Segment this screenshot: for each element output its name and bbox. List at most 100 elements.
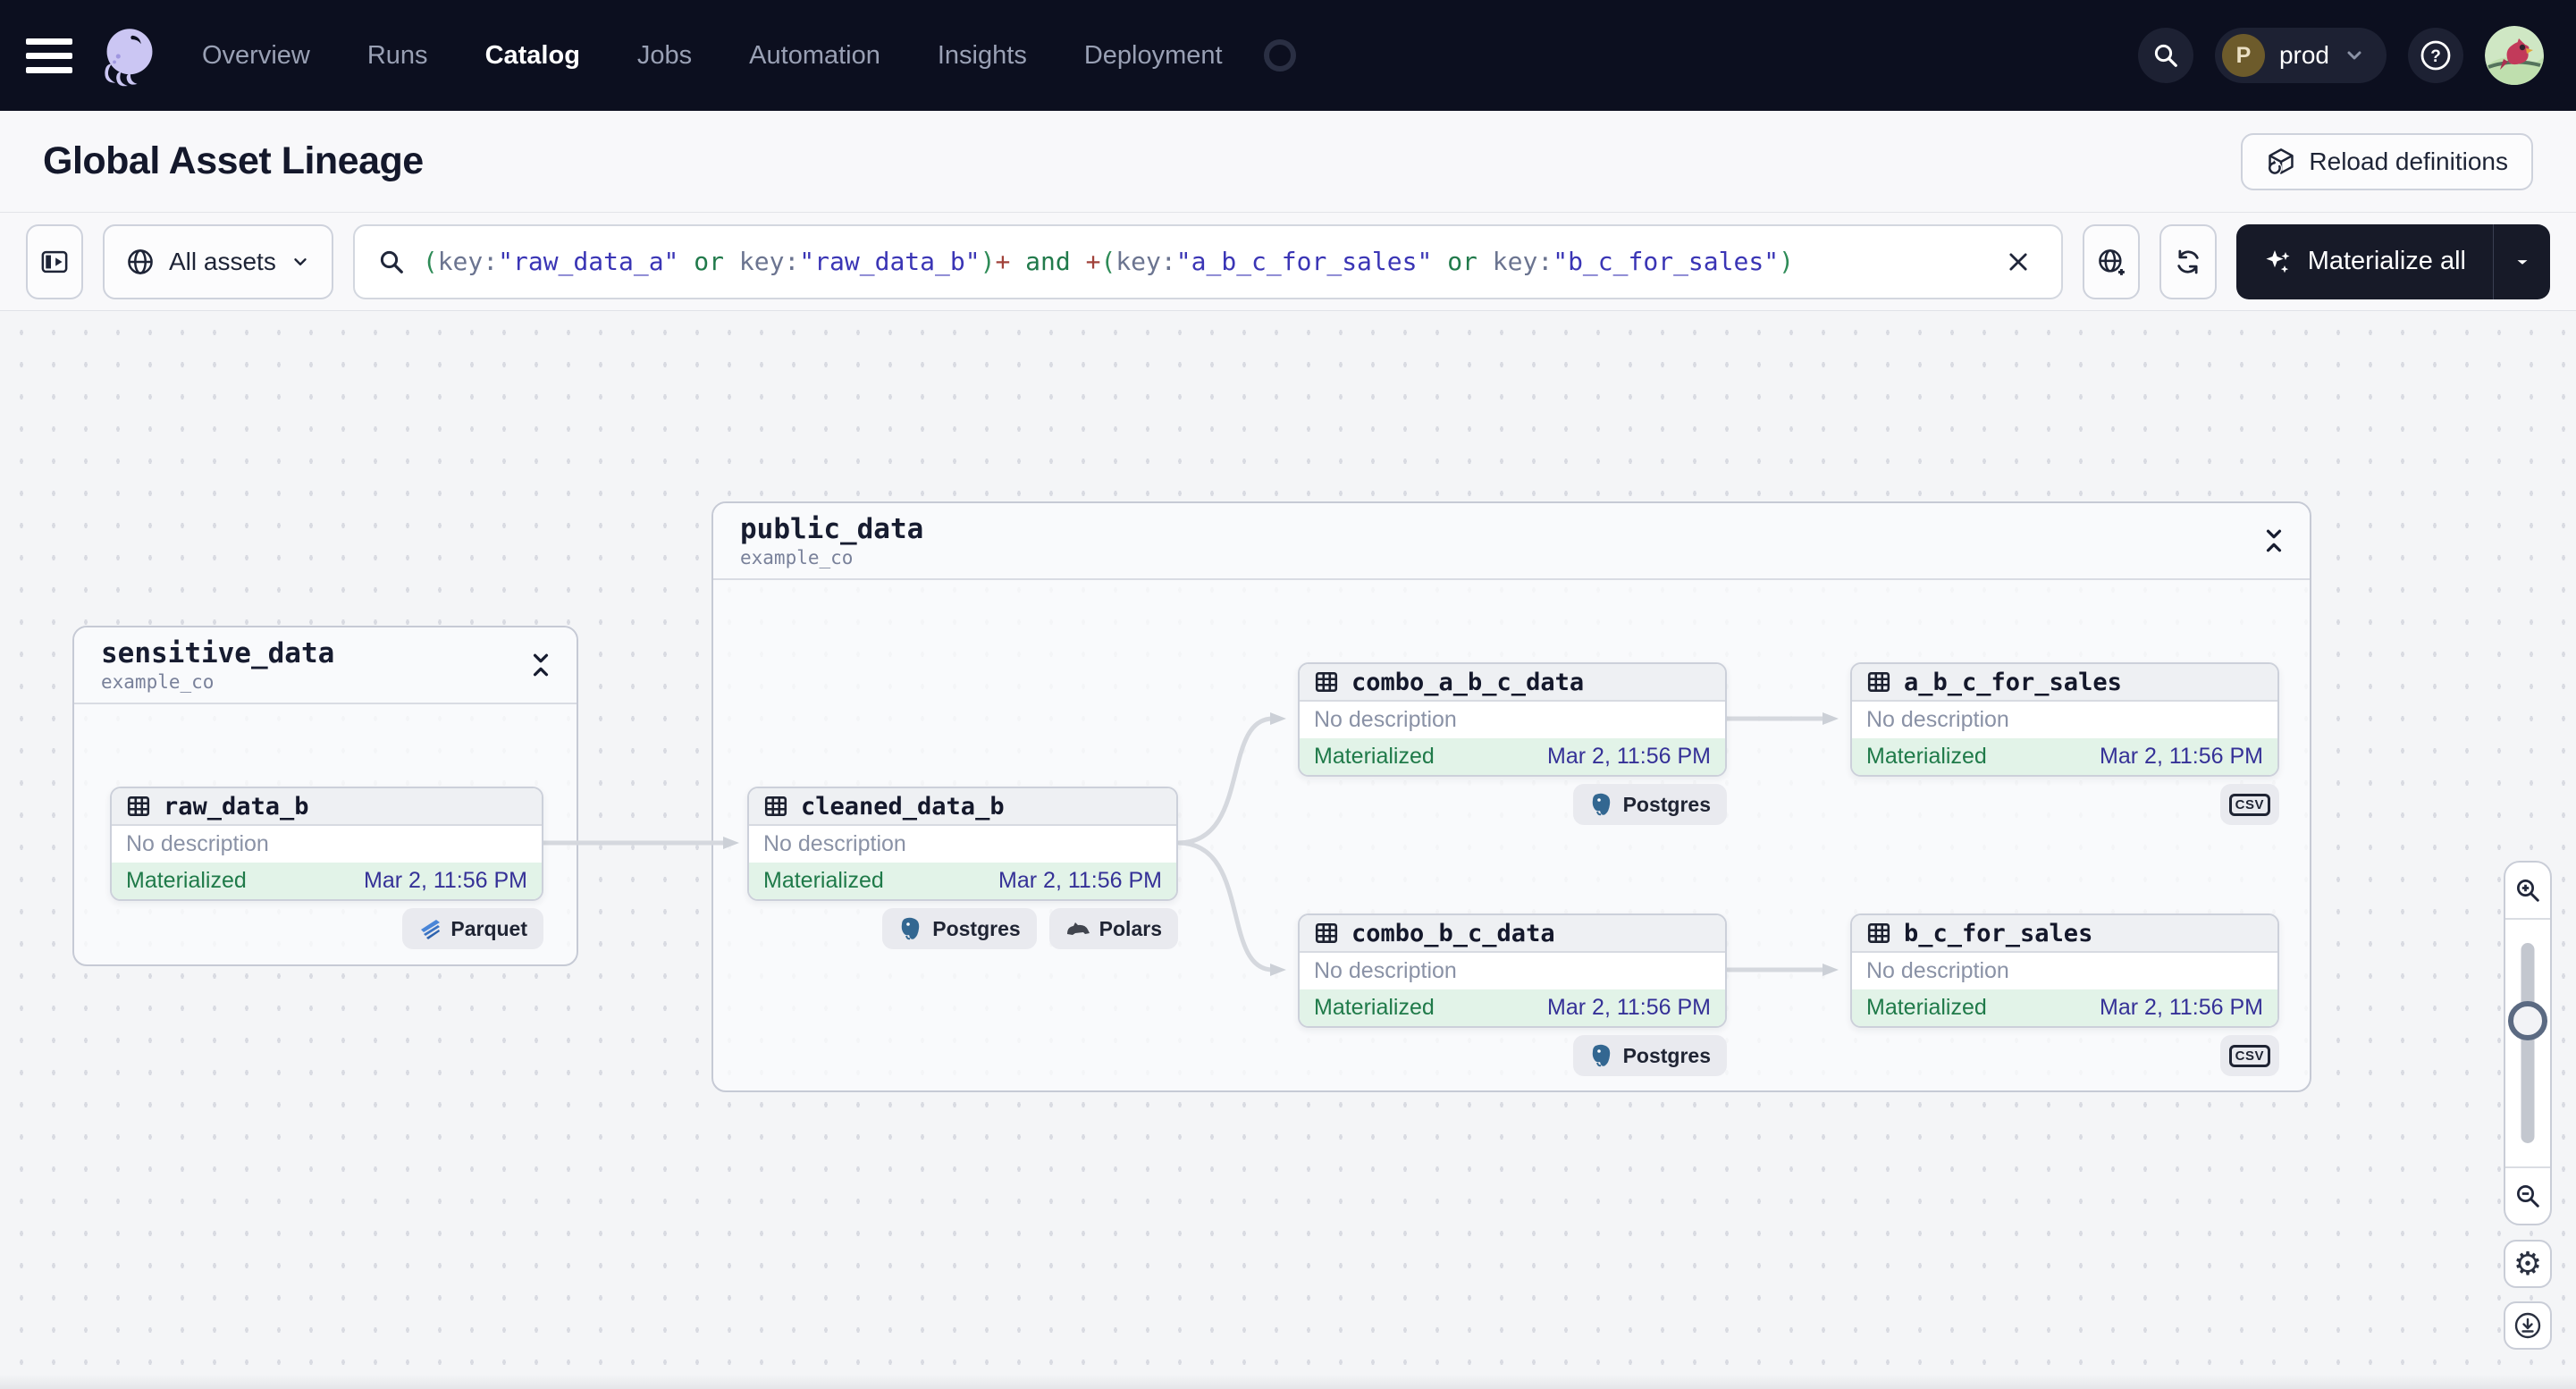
sparkle-icon bbox=[2266, 249, 2290, 273]
asset-node-b-c-for-sales[interactable]: b_c_for_sales No description Materialize… bbox=[1850, 913, 2279, 1028]
globe-plus-icon bbox=[2098, 248, 2125, 275]
panel-toggle-icon bbox=[41, 250, 68, 273]
refresh-button[interactable] bbox=[2159, 223, 2217, 299]
kind-tag-postgres[interactable]: Postgres bbox=[1572, 784, 1727, 825]
nav-item-automation[interactable]: Automation bbox=[749, 41, 880, 71]
materialized-timestamp[interactable]: Mar 2, 11:56 PM bbox=[2100, 744, 2263, 770]
reload-definitions-button[interactable]: Reload definitions bbox=[2241, 132, 2533, 190]
zoom-out-button[interactable] bbox=[2505, 1168, 2550, 1224]
search-icon bbox=[2154, 44, 2177, 67]
materialize-all-split-button: Materialize all bbox=[2235, 223, 2550, 299]
table-icon bbox=[1315, 672, 1338, 692]
search-icon bbox=[380, 250, 403, 274]
group-title: sensitive_data bbox=[101, 637, 335, 669]
open-left-panel-button[interactable] bbox=[26, 223, 83, 299]
csv-icon: CSV bbox=[2228, 1044, 2270, 1067]
group-header-sensitive-data[interactable]: sensitive_data example_co bbox=[74, 627, 577, 704]
kind-tag-parquet[interactable]: Parquet bbox=[402, 908, 543, 949]
kind-tag-label: Polars bbox=[1099, 916, 1162, 940]
view-global-graph-button[interactable] bbox=[2082, 223, 2140, 299]
asset-node-a-b-c-for-sales[interactable]: a_b_c_for_sales No description Materiali… bbox=[1850, 662, 2279, 777]
asset-description: No description bbox=[1852, 953, 2277, 989]
chevron-down-icon bbox=[2517, 259, 2527, 265]
postgres-icon bbox=[901, 917, 920, 940]
materialized-timestamp[interactable]: Mar 2, 11:56 PM bbox=[1547, 744, 1711, 770]
polars-icon bbox=[1066, 922, 1090, 935]
collapse-group-icon[interactable] bbox=[2261, 526, 2286, 556]
gear-icon: ⚙ bbox=[2513, 1245, 2543, 1282]
svg-text:?: ? bbox=[2430, 47, 2441, 66]
kind-tag-postgres[interactable]: Postgres bbox=[882, 908, 1037, 949]
refresh-icon bbox=[2177, 249, 2199, 274]
asset-kind-tags: Postgres bbox=[1298, 784, 1727, 825]
table-icon bbox=[127, 796, 150, 816]
materialized-timestamp[interactable]: Mar 2, 11:56 PM bbox=[364, 868, 527, 894]
lineage-canvas[interactable]: sensitive_data example_co public_data ex… bbox=[0, 311, 2576, 1389]
asset-name: cleaned_data_b bbox=[801, 792, 1005, 821]
materialized-status: Materialized bbox=[126, 868, 247, 893]
user-avatar[interactable] bbox=[2485, 26, 2544, 85]
table-icon bbox=[1315, 923, 1338, 943]
search-button[interactable] bbox=[2137, 28, 2193, 83]
dagster-logo[interactable] bbox=[98, 24, 161, 87]
zoom-slider-thumb[interactable] bbox=[2508, 1001, 2547, 1040]
hamburger-menu-icon[interactable] bbox=[0, 0, 98, 111]
download-graph-button[interactable] bbox=[2504, 1301, 2552, 1350]
asset-status-row: Materialized Mar 2, 11:56 PM bbox=[1852, 738, 2277, 775]
help-button[interactable]: ? bbox=[2408, 28, 2463, 83]
asset-kind-tags: Postgres bbox=[1298, 1035, 1727, 1076]
asset-selection-input[interactable]: (key:"raw_data_a" or key:"raw_data_b")+ … bbox=[352, 223, 2063, 299]
deployment-name: prod bbox=[2278, 41, 2329, 69]
asset-name: b_c_for_sales bbox=[1904, 919, 2093, 947]
nav-item-catalog[interactable]: Catalog bbox=[485, 41, 580, 71]
kind-tag-label: Postgres bbox=[932, 916, 1021, 940]
nav-item-overview[interactable]: Overview bbox=[202, 41, 310, 71]
nav-item-jobs[interactable]: Jobs bbox=[637, 41, 692, 71]
kind-tag-csv[interactable]: CSV bbox=[2219, 1035, 2279, 1076]
materialized-timestamp[interactable]: Mar 2, 11:56 PM bbox=[998, 868, 1162, 894]
avatar-bird-image bbox=[2485, 26, 2544, 85]
page-title: Global Asset Lineage bbox=[43, 139, 424, 182]
close-icon bbox=[2009, 252, 2027, 271]
materialized-timestamp[interactable]: Mar 2, 11:56 PM bbox=[2100, 995, 2263, 1021]
asset-name: combo_b_c_data bbox=[1351, 919, 1555, 947]
zoom-slider-track[interactable] bbox=[2521, 943, 2535, 1143]
asset-kind-tags: CSV bbox=[1850, 1035, 2279, 1076]
materialized-timestamp[interactable]: Mar 2, 11:56 PM bbox=[1547, 995, 1711, 1021]
asset-scope-dropdown[interactable]: All assets bbox=[103, 223, 333, 299]
help-icon: ? bbox=[2420, 40, 2451, 71]
group-header-public-data[interactable]: public_data example_co bbox=[713, 503, 2310, 580]
group-title: public_data bbox=[740, 513, 924, 545]
asset-node-raw-data-b[interactable]: raw_data_b No description Materialized M… bbox=[110, 787, 543, 901]
asset-kind-tags: CSV bbox=[1850, 784, 2279, 825]
kind-tag-csv[interactable]: CSV bbox=[2219, 784, 2279, 825]
asset-selection-query[interactable]: (key:"raw_data_a" or key:"raw_data_b")+ … bbox=[423, 247, 1981, 276]
asset-node-combo-b-c-data[interactable]: combo_b_c_data No description Materializ… bbox=[1298, 913, 1727, 1028]
materialized-status: Materialized bbox=[1314, 995, 1435, 1020]
asset-node-combo-a-b-c-data[interactable]: combo_a_b_c_data No description Material… bbox=[1298, 662, 1727, 777]
nav-item-insights[interactable]: Insights bbox=[938, 41, 1027, 71]
nav-item-deployment[interactable]: Deployment bbox=[1084, 41, 1223, 71]
asset-description: No description bbox=[1852, 702, 2277, 738]
kind-tag-polars[interactable]: Polars bbox=[1048, 908, 1178, 949]
deployment-initial-badge: P bbox=[2221, 34, 2265, 77]
kind-tag-postgres[interactable]: Postgres bbox=[1572, 1035, 1727, 1076]
reload-definitions-label: Reload definitions bbox=[2309, 147, 2508, 175]
chevron-down-icon bbox=[294, 257, 307, 265]
nav-item-runs[interactable]: Runs bbox=[367, 41, 428, 71]
zoom-in-button[interactable] bbox=[2505, 863, 2550, 918]
loading-spinner-icon bbox=[1263, 39, 1296, 72]
zoom-slider bbox=[2505, 918, 2550, 1168]
asset-node-cleaned-data-b[interactable]: cleaned_data_b No description Materializ… bbox=[747, 787, 1178, 901]
zoom-out-icon bbox=[2517, 1185, 2539, 1208]
materialize-options-button[interactable] bbox=[2493, 223, 2550, 299]
materialize-all-button[interactable]: Materialize all bbox=[2236, 224, 2493, 299]
collapse-group-icon[interactable] bbox=[528, 650, 553, 680]
kind-tag-label: Postgres bbox=[1622, 1043, 1711, 1067]
asset-name: raw_data_b bbox=[164, 792, 309, 821]
group-code-location: example_co bbox=[101, 671, 215, 693]
graph-settings-button[interactable]: ⚙ bbox=[2504, 1240, 2552, 1288]
clear-query-button[interactable] bbox=[1999, 242, 2038, 282]
deployment-switcher[interactable]: P prod bbox=[2214, 28, 2387, 83]
postgres-icon bbox=[1592, 1044, 1610, 1067]
